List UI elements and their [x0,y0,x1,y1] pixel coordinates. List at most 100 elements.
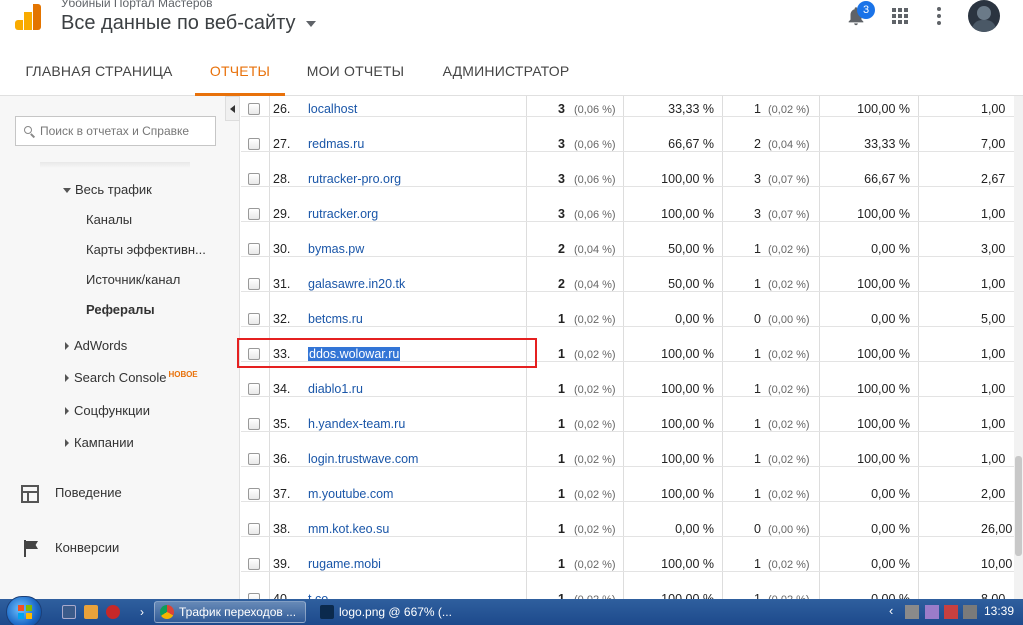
photoshop-icon [320,605,334,619]
column-divider [526,222,527,256]
table-row: 32. betcms.ru 1 (0,02 %) 0,00 % 0 (0,00 %) 0,00… [241,292,1023,327]
source-link-text: h.yandex-team.ru [308,417,406,431]
tray-expand-icon[interactable]: ‹ [889,603,893,618]
chevron-down-icon [305,20,316,27]
tab-home[interactable]: ГЛАВНАЯ СТРАНИЦА [14,46,184,96]
more-options-icon[interactable] [937,7,941,25]
table-row: 40.t.co1(0,02 %)100,00 %1(0,02 %)0,00 %8… [241,572,1023,599]
tab-my-reports[interactable]: МОИ ОТЧЕТЫ [298,46,413,96]
column-divider [819,467,820,501]
table-row: 27. redmas.ru 3 (0,06 %) 66,67 % 2 (0,04 %) 33,… [241,117,1023,152]
table-row: 26. localhost 3 (0,06 %) 33,33 % 1 (0,02 %) 100… [241,96,1023,117]
sidebar-item-treemaps[interactable]: Карты эффективн... [86,242,206,257]
row-checkbox[interactable] [248,243,260,255]
behavior-icon [21,485,39,503]
sidebar-item-label: AdWords [74,338,128,353]
notifications-button[interactable]: 3 [845,1,875,27]
sessions-percent: (0,02 %) [574,590,616,599]
start-button[interactable] [6,596,42,625]
new-sessions-percent: 100,00 % [661,592,714,599]
tab-reports[interactable]: ОТЧЕТЫ [195,46,285,96]
column-divider [269,467,270,501]
new-users-percent: (0,02 %) [768,590,810,599]
scrollbar[interactable] [1014,96,1023,599]
sidebar-item-behavior[interactable]: Поведение [55,485,122,500]
column-divider [269,397,270,431]
column-divider [526,292,527,326]
row-checkbox[interactable] [248,523,260,535]
column-divider [722,292,723,326]
column-divider [819,152,820,186]
tab-admin[interactable]: АДМИНИСТРАТОР [432,46,580,96]
column-divider [918,222,919,256]
row-checkbox[interactable] [248,383,260,395]
sidebar-item-channels[interactable]: Каналы [86,212,132,227]
row-checkbox[interactable] [248,138,260,150]
source-link[interactable]: t.co [308,589,328,599]
row-checkbox[interactable] [248,208,260,220]
row-checkbox[interactable] [248,313,260,325]
column-divider [819,257,820,291]
row-checkbox[interactable] [248,103,260,115]
column-divider [918,572,919,599]
windows-logo-icon [18,605,32,619]
collapse-sidebar-button[interactable] [225,96,240,121]
column-divider [918,187,919,221]
caret-right-icon [65,374,69,382]
property-selector[interactable]: Все данные по веб-сайту [61,12,316,35]
desktop-icon[interactable] [62,605,76,619]
taskbar-window-title: Трафик переходов ... [179,605,297,619]
sidebar-item-adwords[interactable]: AdWords [65,338,127,353]
analytics-logo-icon[interactable] [15,4,41,30]
sidebar-item-search-console[interactable]: Search Console НОВОЕ [65,370,198,385]
column-divider [918,537,919,571]
antivirus-icon[interactable] [106,605,120,619]
row-checkbox[interactable] [248,453,260,465]
column-divider [269,257,270,291]
table-row: 37. m.youtube.com 1 (0,02 %) 100,00 % 1 (0,02 … [241,467,1023,502]
apps-grid-icon[interactable] [892,8,908,24]
search-input[interactable] [40,124,210,138]
search-box[interactable] [15,116,216,146]
volume-icon[interactable] [963,605,977,619]
divider [40,162,190,168]
sidebar-item-source-medium[interactable]: Источник/канал [86,272,180,287]
row-checkbox[interactable] [248,558,260,570]
row-checkbox[interactable] [248,418,260,430]
row-checkbox[interactable] [248,488,260,500]
source-link-text: m.youtube.com [308,487,394,501]
table-row: 30. bymas.pw 2 (0,04 %) 50,00 % 1 (0,02 %) 0,00… [241,222,1023,257]
windows-taskbar: › Трафик переходов ... logo.png @ 667% (… [0,596,1023,625]
taskbar-window-title: logo.png @ 667% (... [339,605,452,619]
column-divider [819,222,820,256]
sidebar-item-conversions[interactable]: Конверсии [55,540,119,555]
taskbar-chrome-window[interactable]: Трафик переходов ... [154,601,306,623]
caret-right-icon [65,342,69,350]
search-icon [24,125,36,138]
chevron-right-icon[interactable]: › [140,605,144,619]
column-divider [269,502,270,536]
sidebar-item-campaigns[interactable]: Кампании [65,435,134,450]
taskbar-photoshop-window[interactable]: logo.png @ 667% (... [314,601,464,623]
sidebar-item-referrals[interactable]: Рефералы [86,302,155,317]
column-divider [526,257,527,291]
app-icon[interactable] [84,605,98,619]
column-divider [819,432,820,466]
sidebar-item-social[interactable]: Соцфункции [65,403,150,418]
sidebar-item-label: Весь трафик [75,182,152,197]
column-divider [269,152,270,186]
column-divider [918,117,919,151]
new-badge: НОВОЕ [168,370,198,379]
table-row: 28. rutracker-pro.org 3 (0,06 %) 100,00 % 3 (0… [241,152,1023,187]
app-header: Убойный Портал Мастеров Все данные по ве… [0,0,1023,46]
tray-app-icon[interactable] [944,605,958,619]
clock[interactable]: 13:39 [984,604,1014,618]
network-icon[interactable] [905,605,919,619]
scrollbar-thumb[interactable] [1015,456,1022,556]
tray-app-icon[interactable] [925,605,939,619]
column-divider [526,432,527,466]
row-checkbox[interactable] [248,278,260,290]
sidebar-item-all-traffic[interactable]: Весь трафик [63,182,152,197]
row-checkbox[interactable] [248,173,260,185]
avatar[interactable] [968,0,1000,32]
